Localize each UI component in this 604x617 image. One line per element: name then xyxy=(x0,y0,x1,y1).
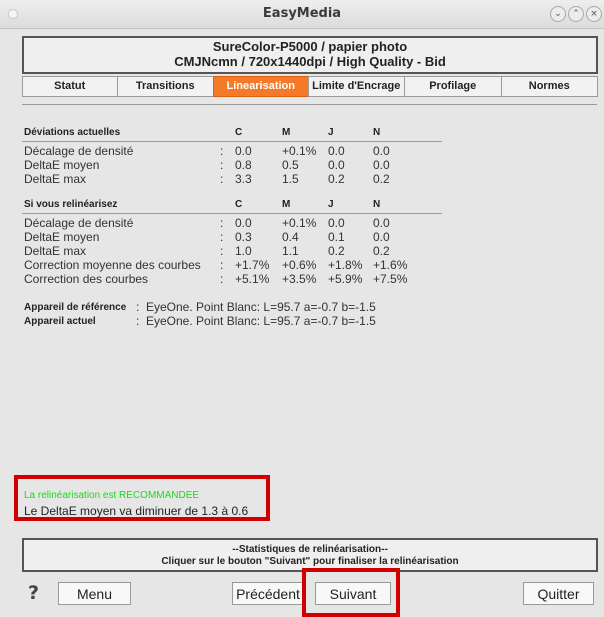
value-c: +5.1% xyxy=(235,272,270,286)
col-header-n: N xyxy=(373,199,381,210)
statistics-title: --Statistiques de relinéarisation-- xyxy=(232,544,388,555)
value-m: +0.6% xyxy=(282,258,317,272)
value-m: 1.5 xyxy=(282,172,299,186)
col-header-c: C xyxy=(235,199,243,210)
value-c: 0.3 xyxy=(235,230,252,244)
col-header-c: C xyxy=(235,127,243,138)
tab-bar: Statut Transitions Linearisation Limite … xyxy=(22,76,598,97)
recommendation-box: La relinéarisation est RECOMMANDEE Le De… xyxy=(14,475,270,521)
tab-transitions[interactable]: Transitions xyxy=(116,76,214,97)
row-sep: : xyxy=(220,172,224,186)
tab-linearisation[interactable]: Linearisation xyxy=(213,76,309,97)
row-label: DeltaE moyen xyxy=(24,230,100,244)
current-device-label: Appareil actuel xyxy=(24,316,96,327)
value-m: +0.1% xyxy=(282,216,317,230)
row-sep: : xyxy=(220,258,224,272)
print-mode: CMJNcmn / 720x1440dpi / High Quality - B… xyxy=(174,54,446,69)
value-c: 1.0 xyxy=(235,244,252,258)
recommendation-status: La relinéarisation est RECOMMANDEE xyxy=(24,490,200,501)
row-label: Correction des courbes xyxy=(24,272,149,286)
row-label: DeltaE moyen xyxy=(24,158,100,172)
window-title: EasyMedia xyxy=(262,6,342,21)
value-m: +0.1% xyxy=(282,144,317,158)
value-m: 1.1 xyxy=(282,244,299,258)
printer-panel: SureColor-P5000 / papier photo CMJNcmn /… xyxy=(22,36,598,74)
value-m: 0.4 xyxy=(282,230,299,244)
next-button[interactable]: Suivant xyxy=(315,582,391,605)
value-c: +1.7% xyxy=(235,258,270,272)
value-j: 0.2 xyxy=(328,172,345,186)
divider xyxy=(22,104,597,105)
value-n: 0.0 xyxy=(373,158,390,172)
value-n: +1.6% xyxy=(373,258,408,272)
row-sep: : xyxy=(220,272,224,286)
row-label: Décalage de densité xyxy=(24,144,134,158)
col-header-j: J xyxy=(328,127,334,138)
row-sep: : xyxy=(220,158,224,172)
reference-device-label: Appareil de référence xyxy=(24,302,127,313)
row-label: Correction moyenne des courbes xyxy=(24,258,201,272)
tab-statut[interactable]: Statut xyxy=(22,76,118,97)
maximize-icon[interactable]: ⌃ xyxy=(568,6,584,22)
section-divider xyxy=(22,141,442,142)
row-sep: : xyxy=(220,216,224,230)
current-device-sep: : xyxy=(136,314,140,328)
tab-profilage[interactable]: Profilage xyxy=(404,76,502,97)
current-heading: Déviations actuelles xyxy=(24,127,121,138)
reference-device-sep: : xyxy=(136,300,140,314)
value-n: 0.2 xyxy=(373,172,390,186)
col-header-m: M xyxy=(282,127,291,138)
row-sep: : xyxy=(220,230,224,244)
close-icon[interactable]: × xyxy=(586,6,602,22)
value-j: 0.0 xyxy=(328,144,345,158)
value-n: 0.0 xyxy=(373,216,390,230)
tab-normes[interactable]: Normes xyxy=(500,76,598,97)
menu-button[interactable]: Menu xyxy=(58,582,131,605)
quit-button[interactable]: Quitter xyxy=(523,582,594,605)
recommendation-detail: Le DeltaE moyen va diminuer de 1.3 à 0.6 xyxy=(24,504,249,518)
value-n: 0.0 xyxy=(373,230,390,244)
previous-button[interactable]: Précédent xyxy=(232,582,304,605)
value-c: 3.3 xyxy=(235,172,252,186)
printer-name: SureColor-P5000 / papier photo xyxy=(212,39,408,54)
row-label: DeltaE max xyxy=(24,244,87,258)
title-bar: EasyMedia ⌄ ⌃ × xyxy=(0,0,604,29)
col-header-n: N xyxy=(373,127,381,138)
help-button[interactable]: ? xyxy=(28,582,39,604)
value-c: 0.8 xyxy=(235,158,252,172)
minimize-icon[interactable]: ⌄ xyxy=(550,6,566,22)
tab-limite-encrage[interactable]: Limite d'Encrage xyxy=(307,76,405,97)
row-sep: : xyxy=(220,244,224,258)
value-m: +3.5% xyxy=(282,272,317,286)
section-divider xyxy=(22,213,442,214)
value-j: 0.1 xyxy=(328,230,345,244)
value-n: 0.2 xyxy=(373,244,390,258)
current-device-value: EyeOne. Point Blanc: L=95.7 a=-0.7 b=-1.… xyxy=(146,314,376,328)
reference-device-value: EyeOne. Point Blanc: L=95.7 a=-0.7 b=-1.… xyxy=(146,300,376,314)
row-label: DeltaE max xyxy=(24,172,87,186)
row-label: Décalage de densité xyxy=(24,216,134,230)
row-sep: : xyxy=(220,144,224,158)
value-c: 0.0 xyxy=(235,144,252,158)
value-n: +7.5% xyxy=(373,272,408,286)
statistics-panel: --Statistiques de relinéarisation-- Cliq… xyxy=(22,538,598,572)
value-j: +5.9% xyxy=(328,272,363,286)
col-header-j: J xyxy=(328,199,334,210)
statistics-hint: Cliquer sur le bouton "Suivant" pour fin… xyxy=(161,556,459,567)
value-j: 0.0 xyxy=(328,216,345,230)
projected-heading: Si vous relinéarisez xyxy=(24,199,118,210)
col-header-m: M xyxy=(282,199,291,210)
value-c: 0.0 xyxy=(235,216,252,230)
value-j: 0.0 xyxy=(328,158,345,172)
value-j: 0.2 xyxy=(328,244,345,258)
value-n: 0.0 xyxy=(373,144,390,158)
value-j: +1.8% xyxy=(328,258,363,272)
value-m: 0.5 xyxy=(282,158,299,172)
